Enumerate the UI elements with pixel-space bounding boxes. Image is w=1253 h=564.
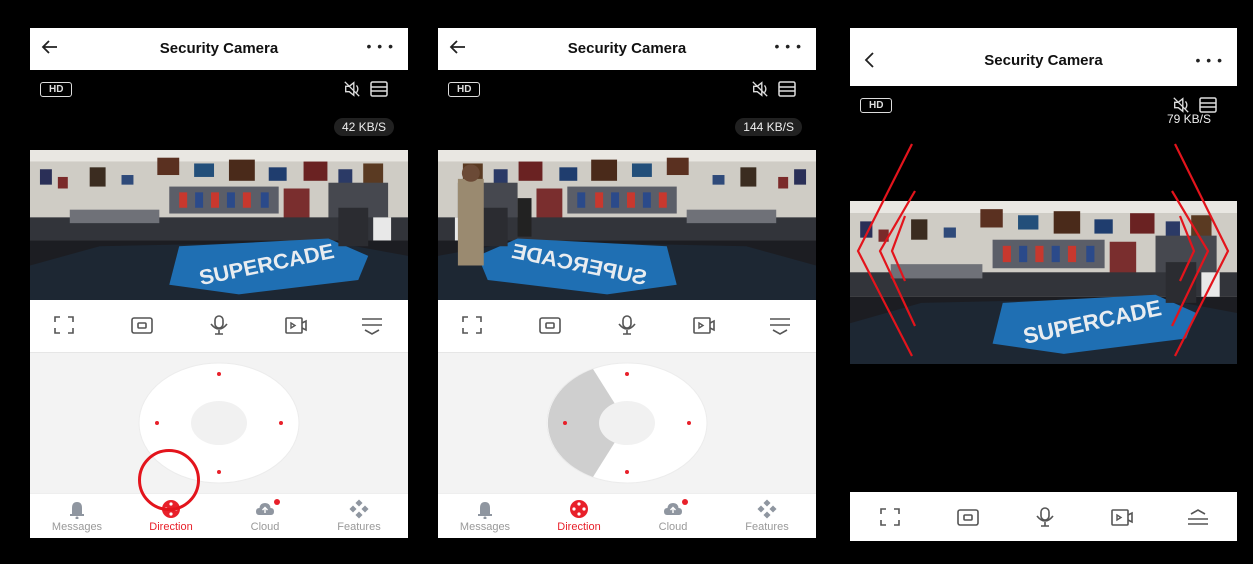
quality-icon[interactable]	[778, 81, 796, 97]
tab-cloud[interactable]: Cloud	[218, 494, 312, 538]
menu-expand-icon[interactable]	[1186, 506, 1210, 528]
pan-direction-arrows	[856, 143, 1230, 357]
annotation-circle	[138, 449, 200, 511]
camera-feed[interactable]	[438, 150, 816, 304]
direction-right[interactable]	[279, 421, 283, 425]
quality-icon[interactable]	[370, 81, 388, 97]
tab-label: Cloud	[250, 521, 280, 533]
hd-badge[interactable]: HD	[448, 82, 481, 97]
tab-label: Features	[745, 521, 789, 533]
snapshot-icon[interactable]	[130, 314, 154, 336]
tab-features[interactable]: Features	[312, 494, 406, 538]
control-toolbar	[850, 492, 1237, 541]
tab-label: Messages	[51, 521, 103, 533]
more-icon[interactable]: • • •	[775, 38, 802, 54]
notification-dot	[274, 499, 280, 505]
phone-screen-3: Security Camera • • • HD 79 KB/S	[850, 28, 1237, 541]
direction-down[interactable]	[625, 470, 629, 474]
tab-label: Features	[337, 521, 381, 533]
direction-down[interactable]	[217, 470, 221, 474]
control-toolbar	[30, 300, 408, 353]
page-title: Security Camera	[567, 40, 687, 57]
direction-pad[interactable]	[545, 361, 709, 486]
video-area: HD 42 KB/S	[30, 70, 408, 304]
features-icon	[757, 499, 777, 519]
snapshot-icon[interactable]	[538, 314, 562, 336]
bitrate-readout: 42 KB/S	[333, 118, 394, 136]
direction-up[interactable]	[217, 372, 221, 376]
tab-bar: Messages Direction Cloud Features	[30, 493, 408, 538]
tab-label: Direction	[149, 521, 193, 533]
tab-label: Cloud	[658, 521, 688, 533]
mute-icon[interactable]	[750, 80, 770, 98]
page-title: Security Camera	[159, 40, 279, 57]
control-toolbar	[438, 300, 816, 353]
tab-messages[interactable]: Messages	[438, 494, 532, 538]
tab-bar: Messages Direction Cloud Features	[438, 493, 816, 538]
fullscreen-icon[interactable]	[878, 506, 902, 528]
tab-cloud[interactable]: Cloud	[626, 494, 720, 538]
cloud-icon	[255, 502, 275, 516]
direction-left[interactable]	[155, 421, 159, 425]
direction-left[interactable]	[563, 421, 567, 425]
direction-panel	[438, 353, 816, 493]
tab-direction[interactable]: Direction	[532, 494, 626, 538]
record-icon[interactable]	[692, 314, 716, 336]
phone-screen-1: Security Camera • • • HD 42 KB/S Message…	[30, 28, 408, 538]
tab-label: Direction	[557, 521, 601, 533]
more-icon[interactable]: • • •	[367, 38, 394, 54]
snapshot-icon[interactable]	[956, 506, 980, 528]
tab-label: Messages	[459, 521, 511, 533]
more-icon[interactable]: • • •	[1196, 52, 1223, 68]
bell-icon	[70, 502, 84, 519]
fullscreen-icon[interactable]	[52, 314, 76, 336]
tab-messages[interactable]: Messages	[30, 494, 124, 538]
top-bar: Security Camera • • •	[30, 28, 408, 70]
bitrate-readout: 144 KB/S	[735, 118, 802, 136]
bell-icon	[478, 502, 492, 519]
microphone-icon[interactable]	[615, 314, 639, 336]
menu-icon[interactable]	[360, 314, 384, 336]
fullscreen-icon[interactable]	[460, 314, 484, 336]
direction-right[interactable]	[687, 421, 691, 425]
microphone-icon[interactable]	[207, 314, 231, 336]
page-title: Security Camera	[984, 52, 1103, 69]
video-area: HD 144 KB/S	[438, 70, 816, 304]
microphone-icon[interactable]	[1033, 506, 1057, 528]
record-icon[interactable]	[284, 314, 308, 336]
direction-up[interactable]	[625, 372, 629, 376]
cloud-icon	[663, 502, 683, 516]
record-icon[interactable]	[1110, 506, 1134, 528]
direction-panel	[30, 353, 408, 493]
tab-features[interactable]: Features	[720, 494, 814, 538]
direction-icon	[570, 500, 588, 518]
phone-screen-2: Security Camera • • • HD 144 KB/S Messag…	[438, 28, 816, 538]
top-bar: Security Camera • • •	[850, 28, 1237, 86]
menu-icon[interactable]	[768, 314, 792, 336]
hd-badge[interactable]: HD	[40, 82, 73, 97]
camera-feed[interactable]	[30, 150, 408, 304]
mute-icon[interactable]	[342, 80, 362, 98]
video-area: HD 79 KB/S	[850, 86, 1237, 492]
notification-dot	[682, 499, 688, 505]
features-icon	[349, 499, 369, 519]
top-bar: Security Camera • • •	[438, 28, 816, 70]
